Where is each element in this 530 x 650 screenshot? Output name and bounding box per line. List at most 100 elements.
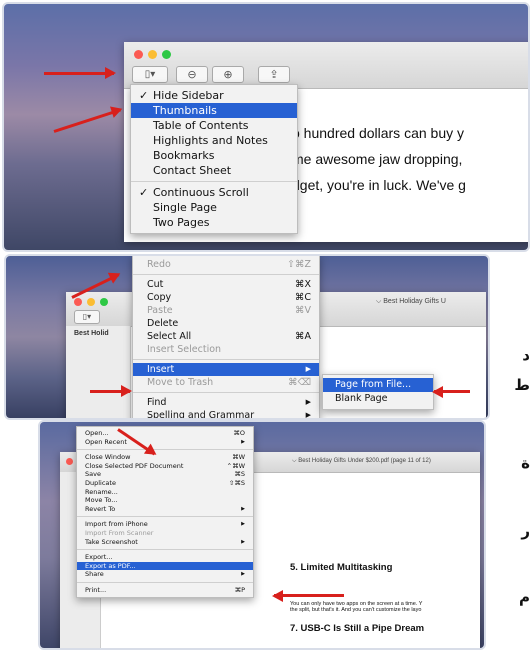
close-window-button[interactable]: [134, 50, 143, 59]
close-window-button[interactable]: [74, 298, 82, 306]
menu-item-revert-to[interactable]: Revert To ▶: [77, 505, 253, 514]
menu-item-label: Contact Sheet: [153, 164, 232, 177]
minimize-window-button[interactable]: [148, 50, 157, 59]
checkmark-icon: ✓: [139, 89, 149, 102]
menu-shortcut: ⌘⌫: [288, 377, 311, 388]
edit-menu-screenshot: ▯▾ ⌵ Best Holiday Gifts U Best Holid Red…: [4, 254, 490, 420]
menu-item-hide-sidebar[interactable]: ✓ Hide Sidebar: [131, 88, 297, 103]
close-window-button[interactable]: [66, 458, 73, 465]
menu-item-label: Select All: [147, 331, 192, 342]
window-title: ⌵ Best Holiday Gifts U: [376, 298, 446, 305]
menu-item-continuous-scroll[interactable]: ✓ Continuous Scroll: [131, 185, 297, 200]
document-page: 5. Limited Multitasking You can only hav…: [290, 562, 480, 634]
submenu-arrow-icon: ▶: [305, 398, 311, 406]
insert-submenu: Page from File... Blank Page: [322, 374, 434, 410]
menu-item-two-pages[interactable]: Two Pages: [131, 215, 297, 230]
arabic-text-fragment: ة: [521, 454, 530, 472]
window-toolbar: ▯▾ ⊖ ⊕ ⇪: [124, 42, 528, 89]
menu-item-single-page[interactable]: Single Page: [131, 200, 297, 215]
menu-item-bookmarks[interactable]: Bookmarks: [131, 148, 297, 163]
menu-item-spelling-grammar[interactable]: Spelling and Grammar ▶: [133, 409, 319, 419]
submenu-arrow-icon: ▶: [241, 438, 245, 445]
zoom-window-button[interactable]: [100, 298, 108, 306]
menu-separator: [77, 516, 253, 518]
arabic-text-fragment: د: [522, 346, 530, 364]
menu-item-copy[interactable]: Copy ⌘C: [133, 291, 319, 304]
menu-shortcut: ⌘S: [234, 470, 245, 479]
menu-item-open[interactable]: Open... ⌘O: [77, 429, 253, 438]
menu-item-print[interactable]: Print... ⌘P: [77, 586, 253, 595]
menu-item-insert-selection[interactable]: Insert Selection: [133, 343, 319, 356]
menu-item-close-window[interactable]: Close Window ⌘W: [77, 453, 253, 462]
menu-item-select-all[interactable]: Select All ⌘A: [133, 330, 319, 343]
menu-item-label: Single Page: [153, 201, 217, 214]
menu-item-import-iphone[interactable]: Import from iPhone ▶: [77, 520, 253, 529]
menu-item-highlights-notes[interactable]: Highlights and Notes: [131, 133, 297, 148]
menu-item-move-to[interactable]: Move To...: [77, 496, 253, 505]
sidebar-toggle-icon[interactable]: ▯▾: [74, 310, 100, 324]
menu-item-label: Highlights and Notes: [153, 134, 268, 147]
menu-shortcut: ⇧⌘Z: [287, 259, 311, 270]
menu-item-close-selected[interactable]: Close Selected PDF Document ⌃⌘W: [77, 462, 253, 471]
menu-item-label: Paste: [147, 305, 173, 316]
menu-separator: [77, 449, 253, 451]
menu-shortcut: ⌘C: [294, 292, 311, 303]
menu-item-label: Two Pages: [153, 216, 210, 229]
menu-item-label: Save: [85, 470, 101, 479]
menu-item-label: Take Screenshot: [85, 537, 138, 546]
menu-item-move-to-trash[interactable]: Move to Trash ⌘⌫: [133, 376, 319, 389]
menu-item-export[interactable]: Export...: [77, 553, 253, 562]
doc-line: the split, but that's it. And you can't …: [290, 607, 422, 613]
menu-item-label: Export...: [85, 553, 113, 562]
menu-item-duplicate[interactable]: Duplicate ⇧⌘S: [77, 479, 253, 488]
submenu-arrow-icon: ▶: [305, 411, 311, 419]
window-title: ⌵ Best Holiday Gifts Under $200.pdf (pag…: [292, 458, 431, 464]
menu-item-label: Blank Page: [335, 393, 388, 404]
menu-item-find[interactable]: Find ▶: [133, 396, 319, 409]
menu-item-take-screenshot[interactable]: Take Screenshot ▶: [77, 538, 253, 547]
menu-item-label: Open Recent: [85, 437, 127, 446]
zoom-out-icon[interactable]: ⊖: [176, 66, 208, 83]
menu-item-label: Redo: [147, 259, 171, 270]
view-menu-screenshot: ▯▾ ⊖ ⊕ ⇪ o hundred dollars can buy y me …: [2, 2, 530, 252]
menu-item-label: Rename...: [85, 487, 118, 496]
menu-item-cut[interactable]: Cut ⌘X: [133, 278, 319, 291]
sidebar-toggle-icon[interactable]: ▯▾: [132, 66, 168, 83]
menu-item-rename[interactable]: Rename...: [77, 488, 253, 497]
menu-item-paste[interactable]: Paste ⌘V: [133, 304, 319, 317]
menu-item-save[interactable]: Save ⌘S: [77, 470, 253, 479]
edit-menu: Redo ⇧⌘Z Cut ⌘X Copy ⌘C Paste ⌘V Delete Sele…: [132, 256, 320, 419]
menu-item-label: Open...: [85, 429, 109, 437]
arabic-text-fragment: ر: [521, 522, 530, 540]
arabic-text-fragment: م: [519, 588, 530, 606]
menu-item-redo[interactable]: Redo ⇧⌘Z: [133, 258, 319, 271]
menu-item-import-scanner[interactable]: Import From Scanner: [77, 529, 253, 538]
zoom-in-icon[interactable]: ⊕: [212, 66, 244, 83]
menu-item-table-of-contents[interactable]: Table of Contents: [131, 118, 297, 133]
menu-item-share[interactable]: Share ▶: [77, 570, 253, 579]
zoom-window-button[interactable]: [162, 50, 171, 59]
file-menu-screenshot: ⌵ Best Holiday Gifts Under $200.pdf (pag…: [38, 420, 486, 650]
menu-item-open-recent[interactable]: Open Recent ▶: [77, 438, 253, 447]
menu-item-label: Revert To: [85, 504, 116, 513]
minimize-window-button[interactable]: [87, 298, 95, 306]
menu-item-contact-sheet[interactable]: Contact Sheet: [131, 163, 297, 178]
menu-item-label: Find: [147, 397, 167, 408]
menu-item-thumbnails[interactable]: Thumbnails: [131, 103, 297, 118]
menu-separator: [133, 359, 319, 360]
menu-item-blank-page[interactable]: Blank Page: [323, 392, 433, 406]
menu-shortcut: ⌘V: [295, 305, 311, 316]
view-menu: ✓ Hide Sidebar Thumbnails Table of Conte…: [130, 84, 298, 234]
submenu-arrow-icon: ▶: [241, 521, 245, 528]
doc-line: dget, you're in luck. We've g: [292, 177, 466, 193]
menu-item-insert[interactable]: Insert ▶: [133, 363, 319, 376]
menu-item-label: Close Window: [85, 453, 131, 462]
menu-item-export-as-pdf[interactable]: Export as PDF...: [77, 561, 253, 571]
menu-item-page-from-file[interactable]: Page from File...: [323, 378, 433, 392]
menu-item-label: Insert Selection: [147, 344, 222, 355]
menu-item-label: Continuous Scroll: [153, 186, 249, 199]
share-icon[interactable]: ⇪: [258, 66, 290, 83]
menu-item-label: Hide Sidebar: [153, 89, 224, 102]
menu-item-delete[interactable]: Delete: [133, 317, 319, 330]
menu-item-label: Cut: [147, 279, 164, 290]
